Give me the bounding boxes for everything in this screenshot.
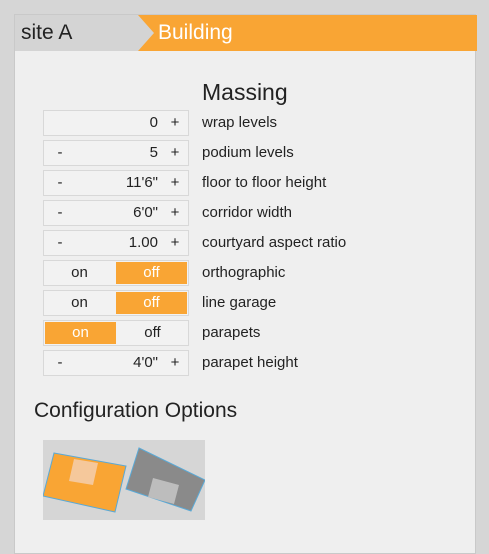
configuration-options-thumbnail [42, 447, 206, 513]
wrap-levels-label: wrap levels [202, 114, 278, 131]
line-garage-toggle[interactable]: on off [43, 290, 189, 316]
floor-to-floor-height-value: 11'6" [125, 174, 158, 191]
parapets-off-option[interactable]: off [117, 321, 188, 345]
courtyard-building-orange-icon[interactable] [42, 452, 127, 513]
parapets-label: parapets [202, 324, 261, 341]
configuration-options-title: Configuration Options [34, 399, 238, 422]
parapet-height-stepper[interactable]: - 4'0" + [43, 350, 189, 376]
courtyard-aspect-ratio-stepper[interactable]: - 1.00 + [43, 230, 189, 256]
courtyard-aspect-ratio-label: courtyard aspect ratio [202, 234, 347, 251]
parapet-height-decrement-button[interactable]: - [54, 354, 66, 371]
corridor-width-value: 6'0" [133, 204, 158, 221]
podium-levels-value: 5 [149, 144, 158, 161]
podium-levels-stepper[interactable]: - 5 + [43, 140, 189, 166]
building-panel: site A Building Massing 0 + wrap levels … [14, 14, 477, 554]
podium-levels-label: podium levels [202, 144, 294, 161]
breadcrumb-building-tab[interactable]: Building [138, 15, 477, 51]
parapets-on-option[interactable]: on [45, 322, 116, 344]
orthographic-toggle[interactable]: on off [43, 260, 189, 286]
corridor-width-stepper[interactable]: - 6'0" + [43, 200, 189, 226]
corridor-width-decrement-button[interactable]: - [54, 204, 66, 221]
floor-to-floor-height-decrement-button[interactable]: - [54, 174, 66, 191]
massing-title: Massing [202, 79, 288, 105]
orthographic-label: orthographic [202, 264, 286, 281]
floor-to-floor-height-increment-button[interactable]: + [168, 174, 182, 191]
floor-to-floor-height-label: floor to floor height [202, 174, 327, 191]
floor-to-floor-height-stepper[interactable]: - 11'6" + [43, 170, 189, 196]
line-garage-label: line garage [202, 294, 277, 311]
corridor-width-label: corridor width [202, 204, 293, 221]
parapet-height-value: 4'0" [133, 354, 158, 371]
podium-levels-increment-button[interactable]: + [168, 144, 182, 161]
courtyard-aspect-ratio-increment-button[interactable]: + [168, 234, 182, 251]
wrap-levels-increment-button[interactable]: + [168, 114, 182, 131]
podium-levels-decrement-button[interactable]: - [54, 144, 66, 161]
wrap-levels-value: 0 [149, 114, 158, 131]
breadcrumb: site A Building [15, 15, 477, 51]
courtyard-aspect-ratio-decrement-button[interactable]: - [54, 234, 66, 251]
breadcrumb-site-label: site A [21, 21, 73, 44]
corridor-width-increment-button[interactable]: + [168, 204, 182, 221]
orthographic-on-option[interactable]: on [44, 261, 115, 285]
configuration-option-tile[interactable] [42, 440, 206, 520]
parapets-toggle[interactable]: on off [43, 320, 189, 346]
orthographic-off-option[interactable]: off [116, 262, 187, 284]
courtyard-building-gray-icon[interactable] [125, 447, 206, 512]
wrap-levels-stepper[interactable]: 0 + [43, 110, 189, 136]
line-garage-on-option[interactable]: on [44, 291, 115, 315]
breadcrumb-building-label: Building [158, 21, 233, 44]
breadcrumb-site-tab[interactable]: site A [15, 15, 155, 51]
line-garage-off-option[interactable]: off [116, 292, 187, 314]
parapet-height-increment-button[interactable]: + [168, 354, 182, 371]
courtyard-aspect-ratio-value: 1.00 [128, 234, 158, 251]
parapet-height-label: parapet height [202, 354, 298, 371]
